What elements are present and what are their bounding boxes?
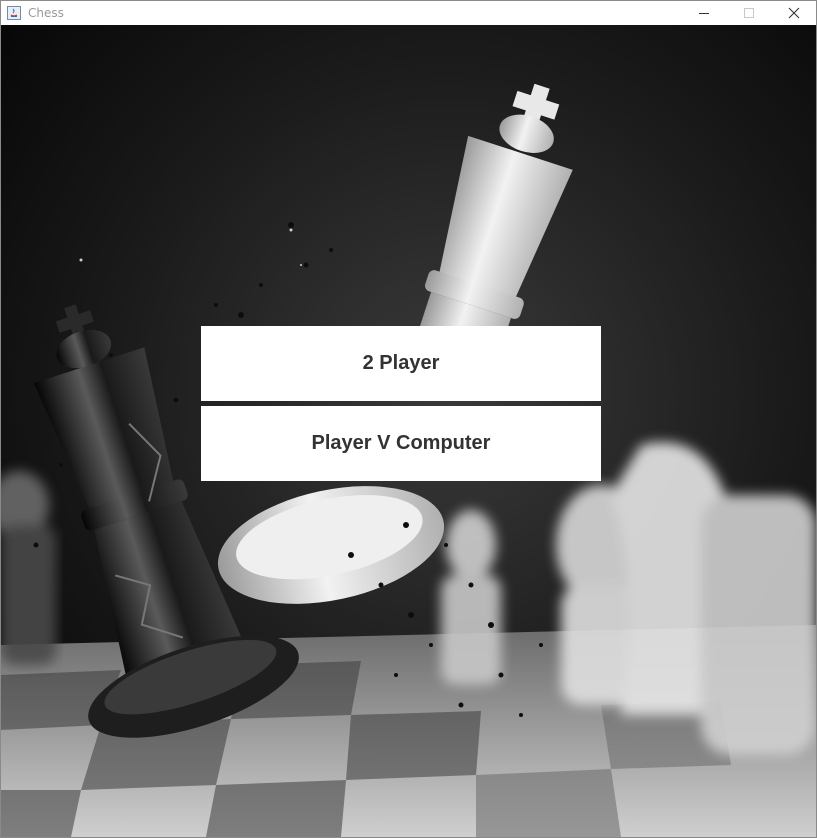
two-player-button[interactable]: 2 Player	[201, 326, 601, 401]
window-controls	[681, 1, 816, 25]
maximize-button[interactable]	[726, 1, 771, 25]
close-button[interactable]	[771, 1, 816, 25]
minimize-icon	[698, 13, 709, 14]
java-app-icon[interactable]	[6, 5, 22, 21]
player-vs-computer-button[interactable]: Player V Computer	[201, 406, 601, 481]
minimize-button[interactable]	[681, 1, 726, 25]
title-bar[interactable]: Chess	[1, 1, 816, 25]
maximize-icon	[743, 8, 754, 18]
chess-window: Chess 2 Player Player V Computer	[0, 0, 817, 838]
close-icon	[788, 7, 799, 19]
main-content: 2 Player Player V Computer	[1, 25, 816, 837]
window-title: Chess	[28, 6, 64, 20]
